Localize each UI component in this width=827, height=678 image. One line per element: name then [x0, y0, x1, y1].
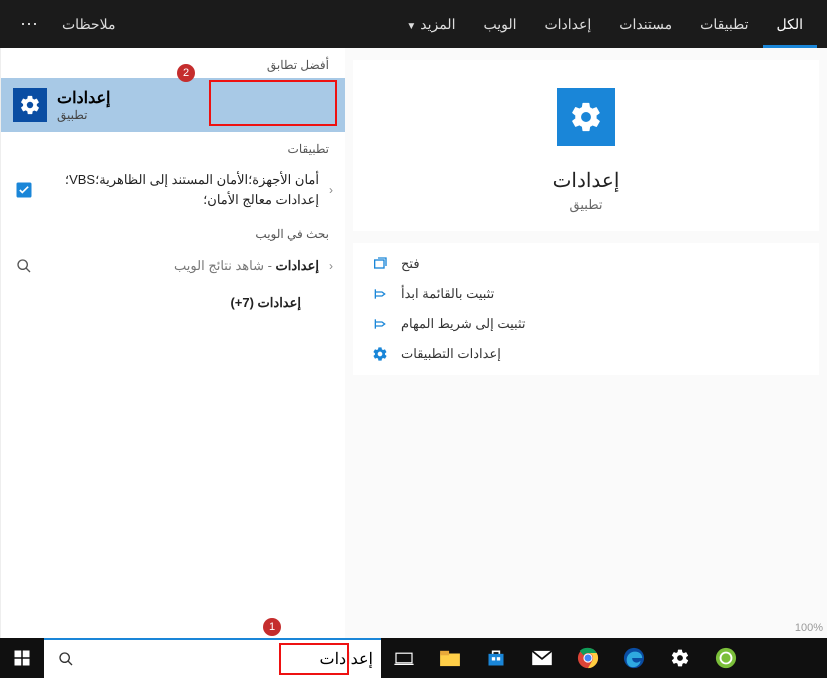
tab-notes[interactable]: ملاحظات	[48, 0, 129, 48]
detail-subtitle: تطبيق	[365, 197, 807, 213]
detail-title: إعدادات	[365, 168, 807, 193]
action-app-settings-label: إعدادات التطبيقات	[401, 346, 501, 362]
tab-apps[interactable]: تطبيقات	[686, 0, 762, 48]
chevron-left-icon: ‹	[329, 259, 333, 273]
results-pane: أفضل تطابق إعدادات تطبيق 2 تطبيقات أمان …	[0, 48, 345, 638]
task-view-icon[interactable]	[381, 638, 427, 678]
best-match-subtitle: تطبيق	[57, 108, 87, 122]
shield-icon	[13, 179, 35, 201]
section-best-match: أفضل تطابق	[1, 48, 345, 78]
section-web-search: بحث في الويب	[1, 217, 345, 247]
action-pin-start[interactable]: تثبيت بالقائمة ابدأ	[353, 279, 819, 309]
file-explorer-icon[interactable]	[427, 638, 473, 678]
best-match-row[interactable]: إعدادات تطبيق	[1, 78, 345, 132]
mail-icon[interactable]	[519, 638, 565, 678]
overflow-menu-icon[interactable]: ⋯	[10, 14, 48, 35]
search-icon	[13, 255, 35, 277]
gear-icon	[371, 346, 389, 362]
annotation-badge-1: 1	[263, 618, 281, 636]
tab-more[interactable]: المزيد▼	[392, 0, 469, 48]
zoom-level: 100%	[795, 622, 823, 634]
web-result-text: إعدادات - شاهد نتائج الويب	[45, 256, 319, 276]
annotation-badge-2: 2	[177, 64, 195, 82]
settings-taskbar-icon[interactable]	[657, 638, 703, 678]
action-pin-taskbar-label: تثبيت إلى شريط المهام	[401, 316, 526, 332]
search-tabs: الكل تطبيقات مستندات إعدادات الويب المزي…	[0, 0, 827, 48]
action-app-settings[interactable]: إعدادات التطبيقات	[353, 339, 819, 369]
tab-settings[interactable]: إعدادات	[530, 0, 605, 48]
detail-card: إعدادات تطبيق	[353, 60, 819, 231]
action-pin-start-label: تثبيت بالقائمة ابدأ	[401, 286, 494, 302]
search-input[interactable]	[80, 650, 373, 668]
search-icon	[58, 651, 74, 667]
taskbar-search[interactable]: 1	[44, 638, 381, 678]
more-results-text: إعدادات (7+)	[13, 293, 301, 313]
pin-icon	[371, 316, 389, 332]
action-open-label: فتح	[401, 256, 420, 272]
tab-all[interactable]: الكل	[763, 0, 818, 48]
store-icon[interactable]	[473, 638, 519, 678]
app-result-text: أمان الأجهزة؛الأمان المستند إلى الظاهرية…	[45, 170, 319, 209]
pin-icon	[371, 286, 389, 302]
section-apps: تطبيقات	[1, 132, 345, 162]
chrome-icon[interactable]	[565, 638, 611, 678]
start-button[interactable]	[0, 638, 44, 678]
web-result-row[interactable]: إعدادات - شاهد نتائج الويب ‹	[1, 247, 345, 285]
best-match-title: إعدادات	[57, 88, 110, 108]
taskbar: 1	[0, 638, 827, 678]
gear-icon	[13, 88, 47, 122]
action-pin-taskbar[interactable]: تثبيت إلى شريط المهام	[353, 309, 819, 339]
tab-documents[interactable]: مستندات	[605, 0, 686, 48]
detail-actions: فتح تثبيت بالقائمة ابدأ تثبيت إلى شريط ا…	[353, 243, 819, 375]
edge-icon[interactable]	[611, 638, 657, 678]
gear-icon	[557, 88, 615, 146]
chevron-left-icon: ‹	[329, 183, 333, 197]
action-open[interactable]: فتح	[353, 249, 819, 279]
app-round-icon[interactable]	[703, 638, 749, 678]
tab-web[interactable]: الويب	[469, 0, 530, 48]
detail-pane: إعدادات تطبيق فتح تثبيت بالقائمة ابدأ	[345, 48, 827, 638]
open-icon	[371, 256, 389, 272]
app-result-row[interactable]: أمان الأجهزة؛الأمان المستند إلى الظاهرية…	[1, 162, 345, 217]
more-results-row[interactable]: إعدادات (7+)	[1, 285, 345, 321]
